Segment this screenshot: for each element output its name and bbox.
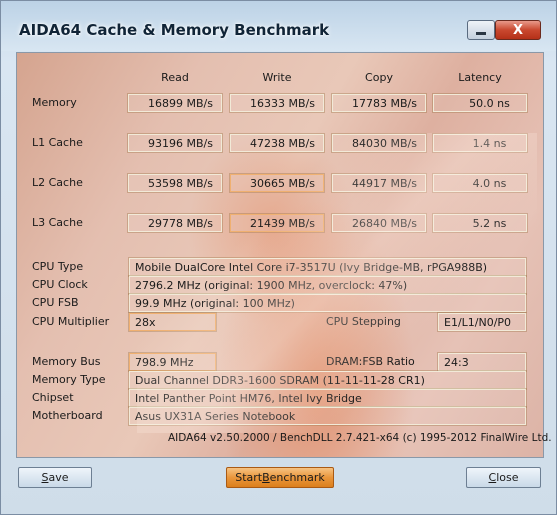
l1-write-value: 47238 MB/s	[229, 133, 325, 153]
version-info: AIDA64 v2.50.2000 / BenchDLL 2.7.421-x64…	[168, 432, 552, 444]
memory-type-value: Dual Channel DDR3-1600 SDRAM (11-11-11-2…	[128, 370, 527, 390]
save-mnemonic: S	[41, 471, 49, 484]
col-header-copy: Copy	[365, 71, 393, 84]
window-title: AIDA64 Cache & Memory Benchmark	[19, 21, 330, 39]
start-label-pre: Start	[235, 471, 263, 484]
cpu-stepping-label: CPU Stepping	[326, 315, 401, 328]
results-panel: Read Write Copy Latency Memory 16899 MB/…	[16, 52, 544, 458]
l3-read-value: 29778 MB/s	[127, 213, 223, 233]
cpu-type-label: CPU Type	[32, 260, 84, 273]
save-label: ave	[48, 471, 69, 484]
save-button[interactable]: Save	[18, 467, 92, 488]
start-mnemonic: B	[262, 471, 270, 484]
row-label-l3-cache: L3 Cache	[32, 216, 83, 229]
chipset-value: Intel Panther Point HM76, Intel Ivy Brid…	[128, 388, 527, 408]
chipset-label: Chipset	[32, 391, 74, 404]
memory-write-value: 16333 MB/s	[229, 93, 325, 113]
l3-latency-value: 5.2 ns	[432, 213, 528, 233]
close-icon: X	[512, 22, 524, 38]
l1-read-value: 93196 MB/s	[127, 133, 223, 153]
row-label-l1-cache: L1 Cache	[32, 136, 83, 149]
l2-copy-value: 44917 MB/s	[331, 173, 427, 193]
close-mnemonic: C	[488, 471, 497, 484]
close-button[interactable]: Close	[466, 467, 541, 488]
minimize-button[interactable]	[467, 20, 495, 40]
memory-bus-value: 798.9 MHz	[128, 352, 217, 372]
memory-type-label: Memory Type	[32, 373, 106, 386]
motherboard-label: Motherboard	[32, 409, 103, 422]
l3-copy-value: 26840 MB/s	[331, 213, 427, 233]
dram-fsb-ratio-value: 24:3	[437, 352, 527, 372]
memory-bus-label: Memory Bus	[32, 355, 101, 368]
cpu-type-value: Mobile DualCore Intel Core i7-3517U (Ivy…	[128, 257, 527, 277]
col-header-write: Write	[262, 71, 292, 84]
cpu-multiplier-value: 28x	[128, 312, 217, 332]
start-label-rest: enchmark	[269, 471, 325, 484]
minimize-icon	[476, 31, 486, 35]
cpu-clock-label: CPU Clock	[32, 278, 88, 291]
l1-copy-value: 84030 MB/s	[331, 133, 427, 153]
start-benchmark-button[interactable]: Start Benchmark	[226, 467, 334, 488]
cpu-fsb-label: CPU FSB	[32, 296, 79, 309]
memory-read-value: 16899 MB/s	[127, 93, 223, 113]
l3-write-value: 21439 MB/s	[229, 213, 325, 233]
col-header-read: Read	[161, 71, 189, 84]
memory-copy-value: 17783 MB/s	[331, 93, 427, 113]
motherboard-value: Asus UX31A Series Notebook	[128, 406, 527, 426]
benchmark-window: AIDA64 Cache & Memory Benchmark X Read W…	[0, 0, 557, 515]
l2-write-value: 30665 MB/s	[229, 173, 325, 193]
col-header-latency: Latency	[458, 71, 502, 84]
close-label: lose	[496, 471, 519, 484]
l2-read-value: 53598 MB/s	[127, 173, 223, 193]
row-label-memory: Memory	[32, 96, 77, 109]
l2-latency-value: 4.0 ns	[432, 173, 528, 193]
memory-latency-value: 50.0 ns	[432, 93, 528, 113]
row-label-l2-cache: L2 Cache	[32, 176, 83, 189]
dram-fsb-ratio-label: DRAM:FSB Ratio	[326, 355, 415, 368]
cpu-multiplier-label: CPU Multiplier	[32, 315, 110, 328]
cpu-stepping-value: E1/L1/N0/P0	[437, 312, 527, 332]
l1-latency-value: 1.4 ns	[432, 133, 528, 153]
cpu-clock-value: 2796.2 MHz (original: 1900 MHz, overcloc…	[128, 275, 527, 295]
title-bar[interactable]: AIDA64 Cache & Memory Benchmark X	[1, 1, 556, 51]
cpu-fsb-value: 99.9 MHz (original: 100 MHz)	[128, 293, 527, 313]
close-window-button[interactable]: X	[495, 20, 541, 40]
